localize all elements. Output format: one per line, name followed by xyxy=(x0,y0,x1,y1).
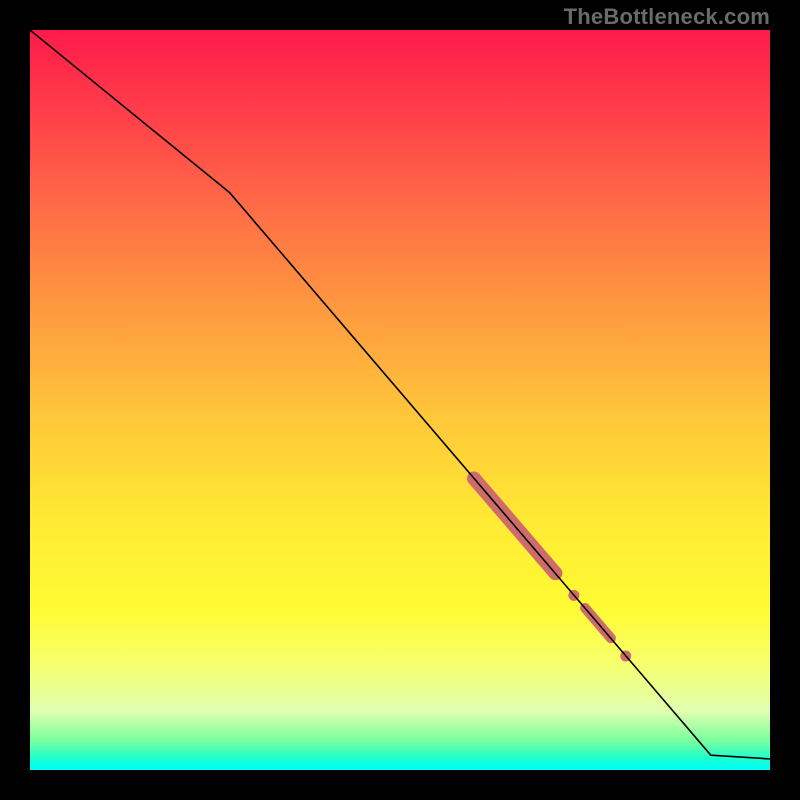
chart-stage: TheBottleneck.com xyxy=(0,0,800,800)
curve-line xyxy=(30,30,770,759)
watermark-text: TheBottleneck.com xyxy=(564,4,770,30)
plot-area xyxy=(30,30,770,770)
chart-svg xyxy=(30,30,770,770)
